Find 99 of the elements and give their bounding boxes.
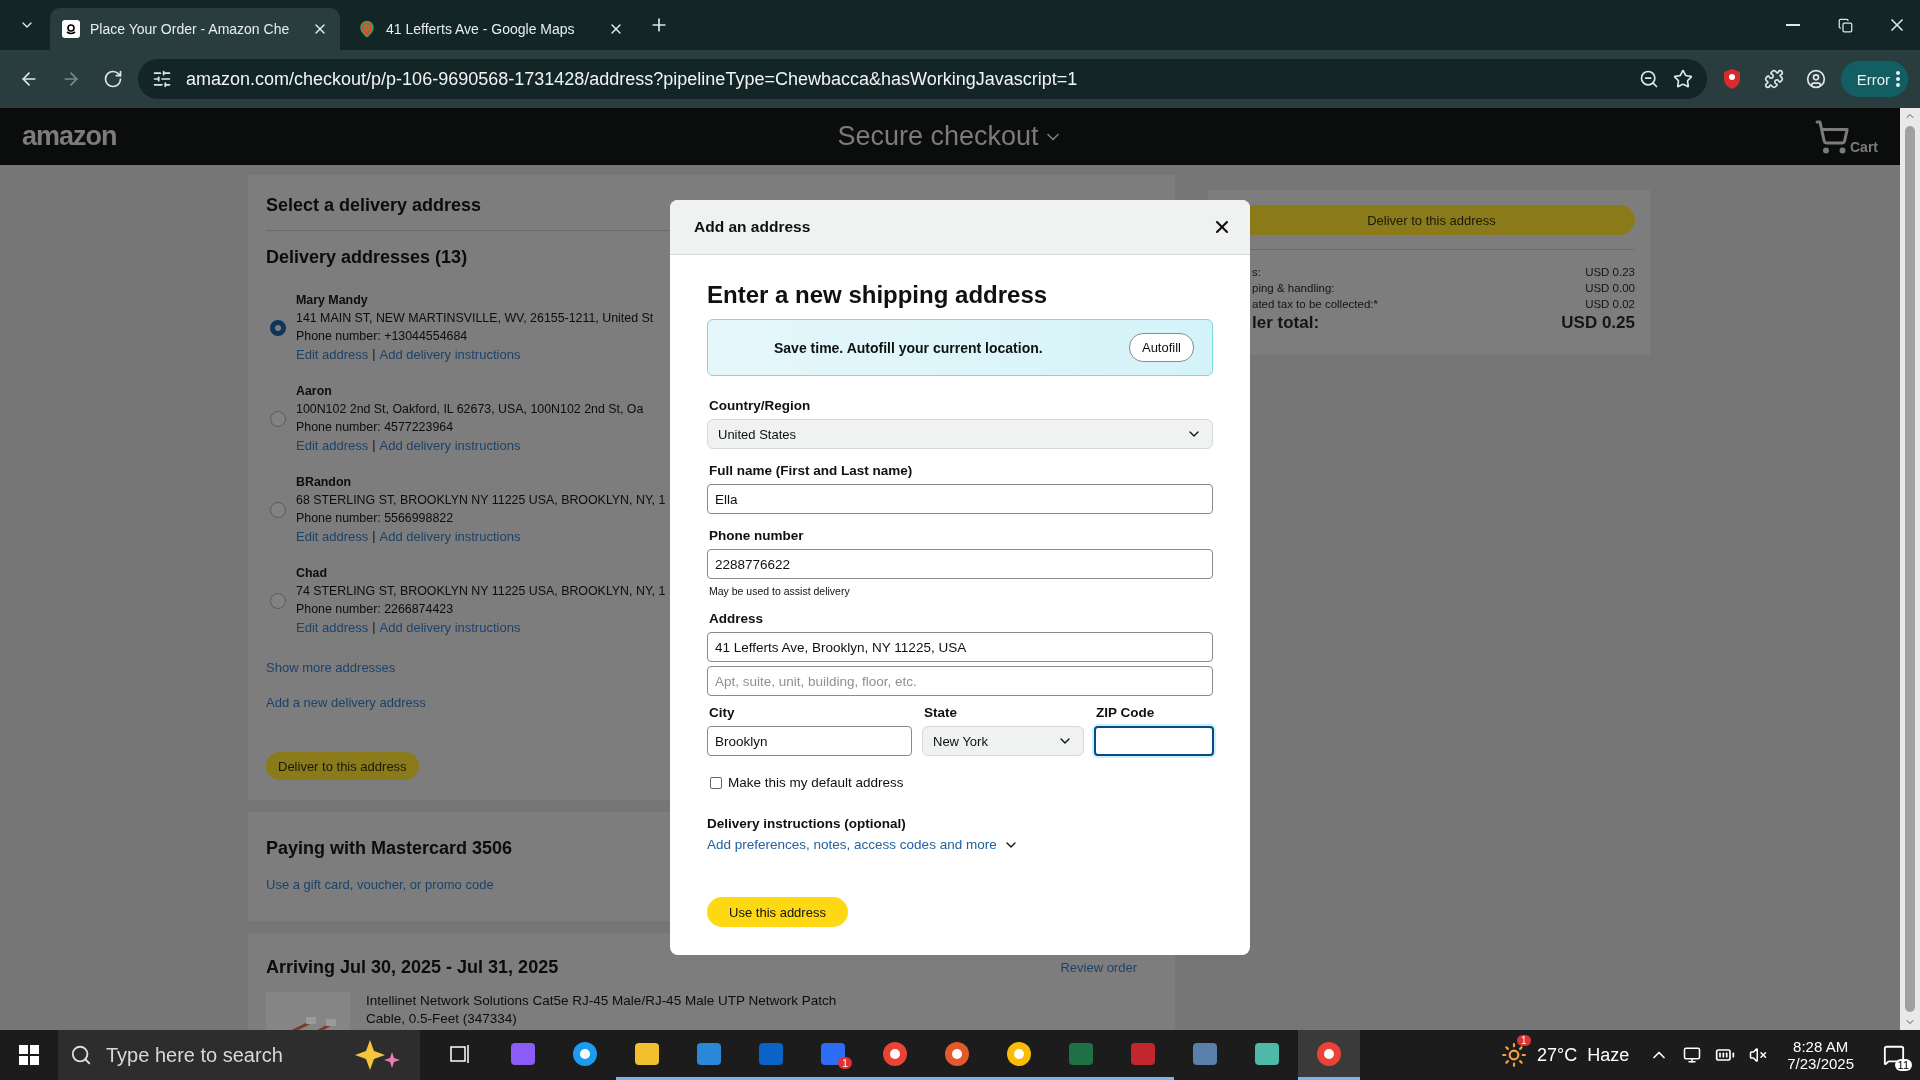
address-name: Aaron — [296, 384, 333, 398]
browser-icon — [1315, 1039, 1343, 1068]
secure-checkout-title[interactable]: Secure checkout — [222, 120, 1678, 153]
taskbar-app-button[interactable]: 1 — [802, 1030, 864, 1080]
arriving-heading: Arriving Jul 30, 2025 - Jul 31, 2025 — [266, 957, 559, 978]
network-icon[interactable] — [1683, 1046, 1702, 1064]
address-line: 100N102 2nd St, Oakford, IL 62673, USA, 100N102 2nd St, Oa — [296, 402, 644, 416]
section-heading: Delivery addresses (13) — [266, 247, 468, 268]
browser-icon — [571, 1039, 599, 1068]
radio-button[interactable] — [270, 592, 286, 609]
volume-muted-icon[interactable] — [1749, 1046, 1768, 1064]
notifications-button[interactable]: 11 — [1874, 1035, 1914, 1075]
field-label: State — [924, 705, 958, 720]
error-button[interactable]: Error — [1840, 61, 1908, 97]
total-label: ler total: — [1252, 313, 1320, 333]
menu-icon — [1896, 71, 1900, 87]
taskbar-search-field[interactable]: Type here to search — [58, 1030, 420, 1080]
phone-field[interactable]: 2288776622 — [707, 549, 1213, 579]
sun-icon — [1501, 1042, 1527, 1068]
link-separator: | — [372, 438, 376, 453]
state-select[interactable]: New York — [922, 726, 1084, 756]
use-address-button[interactable]: Use this address — [707, 897, 848, 927]
link-separator: | — [372, 620, 376, 635]
amazon-logo[interactable]: amazon — [22, 121, 222, 152]
address-name: Mary Mandy — [296, 293, 369, 307]
zip-code-field[interactable] — [1094, 726, 1214, 756]
clock[interactable]: 8:28 AM 7/23/2025 — [1781, 1037, 1860, 1073]
address-field[interactable]: 41 Lefferts Ave, Brooklyn, NY 11225, USA — [707, 632, 1213, 662]
dialog-title: Add an address — [694, 218, 811, 236]
summary-value: USD 0.23 — [1585, 266, 1635, 278]
address-line: 68 STERLING ST, BROOKLYN NY 11225 USA, BROOKLYN, NY, 1 — [296, 493, 666, 507]
phone-number: Phone number: 4577223964 — [296, 420, 455, 434]
instructions-link[interactable]: Add preferences, notes, access codes and more — [707, 836, 1019, 853]
field-label: Phone number — [709, 528, 805, 543]
summary-label: s: — [1252, 266, 1261, 278]
address-line: 141 MAIN ST, NEW MARTINSVILLE, WV, 26155-1211, United St — [296, 311, 654, 325]
browser-icon — [943, 1039, 971, 1068]
field-label: Country/Region — [709, 398, 812, 413]
taskbar-app-button[interactable] — [1298, 1030, 1360, 1080]
city-field[interactable]: Brooklyn — [707, 726, 912, 756]
task-view-icon — [450, 1043, 472, 1064]
section-title: Select a delivery address — [266, 195, 482, 216]
summary-value: USD 0.00 — [1585, 282, 1635, 294]
cart-icon[interactable] — [1814, 118, 1850, 155]
minimize-icon — [1786, 24, 1800, 26]
radio-button[interactable] — [270, 501, 286, 518]
link-separator: | — [372, 347, 376, 362]
country-select[interactable]: United States — [707, 419, 1213, 449]
field-label: Address — [709, 611, 765, 626]
address-name: Chad — [296, 566, 328, 580]
summary-value: USD 0.02 — [1585, 298, 1635, 310]
reload-icon — [103, 69, 123, 89]
weather-widget[interactable]: 1 27°C Haze — [1495, 1033, 1636, 1077]
address-line-2-field[interactable]: Apt, suite, unit, building, floor, etc. — [707, 666, 1213, 696]
zoom-icon[interactable] — [1638, 69, 1659, 89]
payment-heading: Paying with Mastercard 3506 — [266, 838, 513, 859]
user-icon — [1805, 69, 1826, 89]
summary-label: ping & handling: — [1252, 282, 1335, 294]
address-bar[interactable]: amazon.com/checkout/p/p-106-9690568-1731428/address?pipelineType=Chewbacca&hasWorkingJavascript=1 — [138, 59, 1707, 99]
autofill-text: Save time. Autofill your current location. — [774, 339, 1043, 356]
section-label: Delivery instructions (optional) — [707, 816, 907, 831]
item-title: Intellinet Network Solutions Cat5e RJ-45 Male/RJ-45 Male UTP Network Patch Cable, 0.5-Feet (347334) — [366, 992, 838, 1028]
url-text: amazon.com/checkout/p/p-106-9690568-1731428/address?pipelineType=Chewbacca&hasWorkingJavascript=1 — [186, 68, 1079, 90]
site-info-icon[interactable] — [152, 69, 172, 89]
phone-number: Phone number: 5566998822 — [296, 511, 455, 525]
field-label: Full name (First and Last name) — [709, 463, 914, 478]
browser-tab[interactable]: 41 Lefferts Ave - Google Maps — [346, 8, 636, 50]
field-label: City — [709, 705, 736, 720]
radio-button[interactable] — [270, 319, 286, 336]
address-line: 74 STERLING ST, BROOKLYN NY 11225 USA, BROOKLYN, NY, 1 — [296, 584, 666, 598]
cart-label[interactable]: Cart — [1850, 138, 1878, 155]
checkbox-label[interactable]: Make this my default address — [728, 775, 904, 790]
weather-badge: 1 — [1517, 1035, 1531, 1046]
checkbox[interactable] — [710, 776, 722, 789]
radio-button[interactable] — [270, 410, 286, 427]
field-label: ZIP Code — [1096, 705, 1156, 720]
phone-hint: May be used to assist delivery — [709, 585, 851, 597]
phone-number: Phone number: 2266874423 — [296, 602, 455, 616]
bookmark-star-icon[interactable] — [1672, 69, 1693, 89]
restore-icon — [1837, 17, 1853, 33]
shield-icon — [1721, 68, 1742, 90]
browser-icon — [1005, 1039, 1033, 1068]
windows-logo-icon — [19, 1045, 39, 1065]
scrollbar[interactable] — [1900, 108, 1920, 1030]
summary-label: ated tax to be collected:* — [1252, 298, 1378, 310]
puzzle-icon — [1763, 69, 1784, 89]
form-heading: Enter a new shipping address — [707, 281, 1049, 309]
total-value: USD 0.25 — [1561, 313, 1635, 333]
tab-favicon-icon — [62, 20, 80, 38]
deliver-button[interactable]: Deliver to this address — [266, 752, 419, 780]
address-name: BRandon — [296, 475, 353, 489]
full-name-field[interactable]: Ella — [707, 484, 1213, 514]
browser-tab[interactable]: Place Your Order - Amazon Che — [50, 8, 340, 50]
map-pin-icon — [358, 20, 376, 38]
phone-number: Phone number: +13044554684 — [296, 329, 469, 343]
search-icon — [70, 1044, 92, 1066]
browser-icon — [881, 1039, 909, 1068]
link-separator: | — [372, 529, 376, 544]
autofill-button[interactable]: Autofill — [1128, 333, 1194, 362]
